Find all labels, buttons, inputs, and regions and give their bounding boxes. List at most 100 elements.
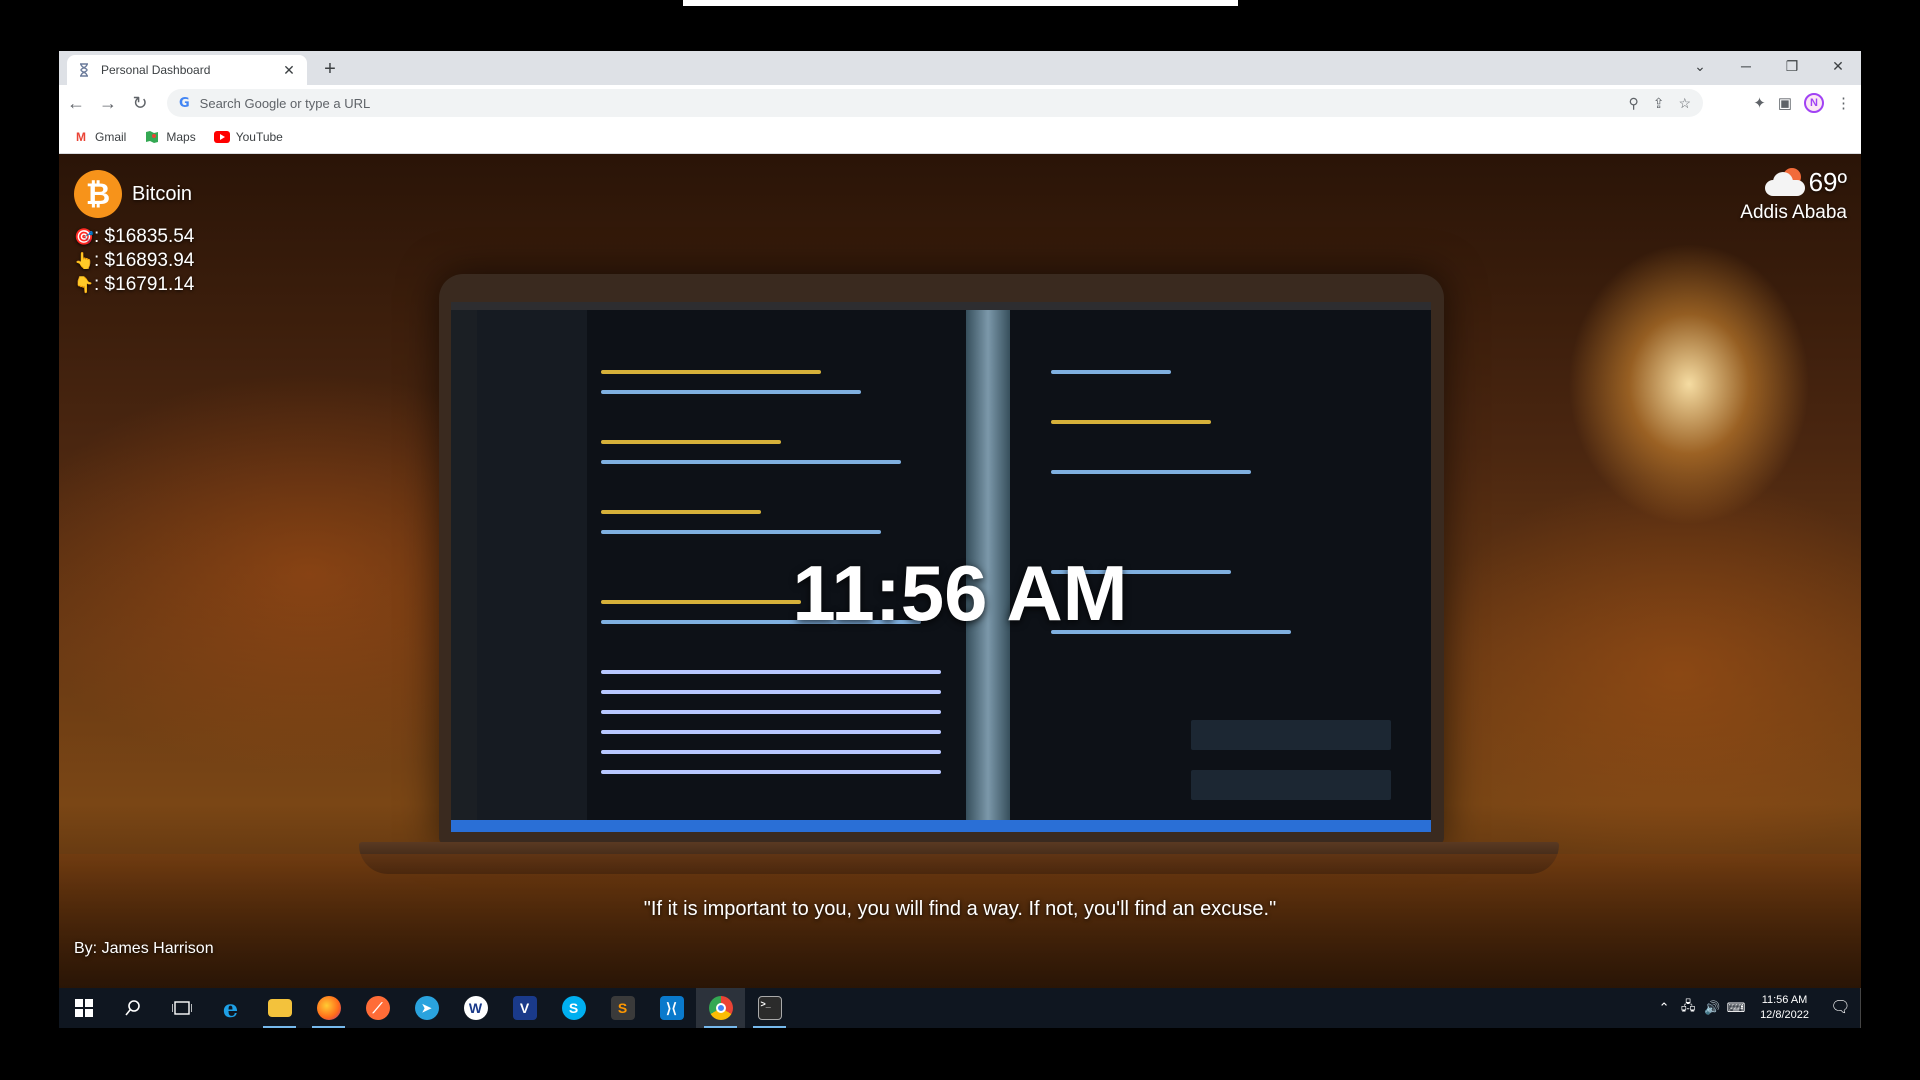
- taskbar-clock[interactable]: 11:56 AM 12/8/2022: [1748, 993, 1821, 1023]
- taskbar-app-chrome[interactable]: [696, 988, 745, 1028]
- extension-area: ✦ ▣ N ⋮: [1753, 89, 1851, 117]
- windows-taskbar: e ⟋ ➤ W V S S ⟩⟨ >_ ⌃ 🖧 🔊 ⌨ 11:56 AM 12/…: [59, 988, 1861, 1028]
- search-icon[interactable]: [108, 988, 157, 1028]
- taskbar-app-firefox[interactable]: [304, 988, 353, 1028]
- address-bar[interactable]: G Search Google or type a URL ⚲ ⇪ ☆: [167, 89, 1703, 117]
- bookmark-maps[interactable]: Maps: [144, 130, 196, 144]
- forward-button[interactable]: →: [93, 88, 123, 118]
- tab-close-icon[interactable]: ✕: [281, 62, 297, 79]
- taskbar-app-terminal[interactable]: >_: [745, 988, 794, 1028]
- high-price-value: : $16893.94: [94, 250, 195, 271]
- notification-icon[interactable]: 🗨: [1821, 988, 1861, 1028]
- omnibox-placeholder: Search Google or type a URL: [199, 95, 371, 111]
- partly-cloudy-icon: [1761, 166, 1807, 198]
- bookmark-star-icon[interactable]: ☆: [1678, 95, 1691, 112]
- folder-icon: [267, 999, 292, 1017]
- crypto-header: ₿ Bitcoin: [74, 170, 194, 218]
- taskbar-app-vscode[interactable]: ⟩⟨: [647, 988, 696, 1028]
- weather-city: Addis Ababa: [1740, 202, 1847, 223]
- dashboard-page: ₿ Bitcoin 🎯 : $16835.54 👆 : $16893.94 👇 …: [59, 154, 1861, 988]
- browser-window: Personal Dashboard ✕ + ⌄ ─ ❐ ✕ ← → ↻ G S…: [59, 51, 1861, 1028]
- bookmark-label: Maps: [166, 130, 196, 144]
- low-price-value: : $16791.14: [94, 274, 195, 295]
- close-window-button[interactable]: ✕: [1815, 51, 1861, 81]
- top-white-strip: [683, 0, 1238, 6]
- new-tab-button[interactable]: +: [317, 57, 343, 83]
- bookmark-youtube[interactable]: YouTube: [213, 130, 283, 144]
- bitcoin-icon: ₿: [74, 170, 122, 218]
- taskbar-date: 12/8/2022: [1760, 1009, 1809, 1021]
- skype-icon: S: [561, 996, 586, 1020]
- back-button[interactable]: ←: [61, 88, 91, 118]
- start-button[interactable]: [59, 988, 108, 1028]
- pointing-up-icon: 👆: [74, 253, 94, 270]
- taskbar-app-sublime-text[interactable]: S: [598, 988, 647, 1028]
- youtube-icon: [213, 130, 230, 144]
- maps-icon: [144, 130, 160, 144]
- crypto-widget: ₿ Bitcoin 🎯 : $16835.54 👆 : $16893.94 👇 …: [74, 170, 194, 296]
- menu-kebab-icon[interactable]: ⋮: [1836, 94, 1851, 112]
- background-author-credit: By: James Harrison: [74, 940, 214, 957]
- background-table: [59, 854, 1861, 988]
- taskbar-app-file-explorer[interactable]: [255, 988, 304, 1028]
- keyboard-icon[interactable]: ⌨: [1724, 1000, 1748, 1016]
- tab-personal-dashboard[interactable]: Personal Dashboard ✕: [67, 55, 307, 85]
- current-price-value: : $16835.54: [94, 226, 195, 247]
- weather-widget: 69º Addis Ababa: [1740, 166, 1847, 224]
- daily-quote: "If it is important to you, you will fin…: [643, 898, 1277, 920]
- crypto-current-price: 🎯 : $16835.54: [74, 226, 194, 248]
- browser-toolbar: ← → ↻ G Search Google or type a URL ⚲ ⇪ …: [59, 85, 1861, 121]
- tab-strip: Personal Dashboard ✕ + ⌄ ─ ❐ ✕: [59, 51, 1861, 85]
- internet-explorer-icon: e: [222, 993, 239, 1023]
- window-controls: ⌄ ─ ❐ ✕: [1677, 51, 1861, 81]
- target-icon: 🎯: [74, 229, 94, 246]
- taskbar-app-postman[interactable]: ⟋: [353, 988, 402, 1028]
- temperature: 69º: [1808, 166, 1847, 197]
- location-pin-icon[interactable]: ⚲: [1628, 95, 1638, 112]
- restore-button[interactable]: ❐: [1769, 51, 1815, 81]
- chevron-up-icon[interactable]: ⌃: [1652, 1000, 1676, 1016]
- crypto-low-price: 👇 : $16791.14: [74, 274, 194, 296]
- omnibox-actions: ⚲ ⇪ ☆: [1628, 95, 1691, 112]
- desktop: Personal Dashboard ✕ + ⌄ ─ ❐ ✕ ← → ↻ G S…: [0, 0, 1920, 1080]
- share-icon[interactable]: ⇪: [1653, 95, 1665, 112]
- bookmarks-bar: M Gmail Maps YouTube: [59, 121, 1861, 154]
- telegram-icon: ➤: [414, 996, 439, 1020]
- taskbar-app-vim[interactable]: V: [500, 988, 549, 1028]
- bookmark-label: Gmail: [95, 130, 127, 144]
- taskbar-app-telegram[interactable]: ➤: [402, 988, 451, 1028]
- taskbar-app-skype[interactable]: S: [549, 988, 598, 1028]
- w-app-icon: W: [463, 996, 488, 1020]
- system-tray: ⌃ 🖧 🔊 ⌨ 11:56 AM 12/8/2022 🗨: [1652, 988, 1861, 1028]
- tab-title: Personal Dashboard: [101, 63, 211, 77]
- reload-button[interactable]: ↻: [125, 88, 155, 118]
- minimize-button[interactable]: ─: [1723, 51, 1769, 81]
- taskbar-time: 11:56 AM: [1761, 994, 1808, 1006]
- sublime-text-icon: S: [610, 996, 635, 1020]
- terminal-icon: >_: [757, 996, 782, 1020]
- postman-icon: ⟋: [365, 996, 390, 1020]
- crypto-high-price: 👆 : $16893.94: [74, 250, 194, 272]
- taskbar-app-word[interactable]: W: [451, 988, 500, 1028]
- volume-icon[interactable]: 🔊: [1700, 1000, 1724, 1016]
- windows-logo-icon: [74, 999, 93, 1017]
- task-view-icon[interactable]: [157, 988, 206, 1028]
- v-app-icon: V: [512, 996, 537, 1020]
- bookmark-label: YouTube: [235, 130, 283, 144]
- profile-avatar[interactable]: N: [1804, 93, 1824, 113]
- network-icon[interactable]: 🖧: [1676, 997, 1700, 1019]
- hourglass-icon: [77, 62, 91, 78]
- tab-search-chevron-icon[interactable]: ⌄: [1677, 51, 1723, 81]
- pointing-down-icon: 👇: [74, 277, 94, 294]
- side-panel-icon[interactable]: ▣: [1778, 94, 1792, 112]
- taskbar-app-internet-explorer[interactable]: e: [206, 988, 255, 1028]
- bookmark-gmail[interactable]: M Gmail: [73, 130, 126, 144]
- firefox-icon: [316, 996, 341, 1020]
- chrome-icon: [708, 996, 733, 1020]
- main-clock: 11:56 AM: [792, 549, 1128, 637]
- google-icon: G: [179, 95, 190, 111]
- gmail-icon: M: [76, 130, 86, 144]
- weather-top: 69º: [1740, 166, 1847, 198]
- extensions-puzzle-icon[interactable]: ✦: [1753, 94, 1766, 112]
- vscode-icon: ⟩⟨: [659, 996, 684, 1020]
